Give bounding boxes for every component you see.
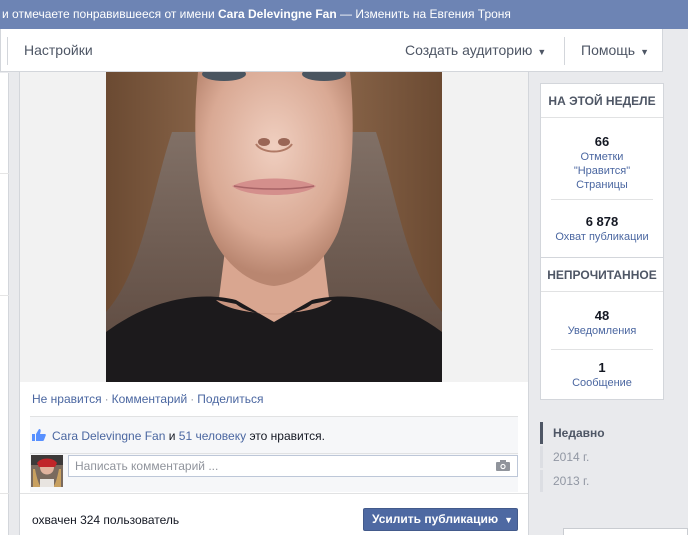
nav-create-audience[interactable]: Создать аудиторию ▼	[405, 29, 546, 71]
post-reach-stat[interactable]: 6 878 Охват публикации	[541, 214, 663, 244]
timeline-2014[interactable]: 2014 г.	[540, 446, 650, 468]
likes-others-link[interactable]: 51 человеку	[179, 429, 246, 443]
notifications-count: 48	[594, 308, 610, 323]
notifications-label: Уведомления	[567, 325, 637, 337]
stats-panel: НА ЭТОЙ НЕДЕЛЕ 66 Отметки "Нравится" Стр…	[540, 83, 664, 400]
caret-down-icon: ▼	[537, 47, 547, 57]
action-separator: ·	[104, 392, 109, 406]
nav-create-audience-label: Создать аудиторию	[405, 42, 533, 58]
boost-post-button[interactable]: Усилить публикацию ▼	[363, 508, 518, 531]
banner-prefix: и отмечаете понравившееся от имени	[2, 7, 218, 21]
left-divider	[0, 295, 9, 296]
week-header: НА ЭТОЙ НЕДЕЛЕ	[541, 84, 663, 118]
post-photo[interactable]	[106, 72, 442, 382]
stat-separator	[551, 199, 653, 200]
post-actions: Не нравится · Комментарий · Поделиться	[32, 392, 263, 406]
post-reach-label: Охват публикации	[555, 231, 649, 243]
stat-separator	[551, 349, 653, 350]
caret-down-icon: ▼	[504, 515, 513, 525]
page-admin-navbar: Настройки Создать аудиторию ▼ Помощь ▼	[0, 29, 663, 72]
timeline-2013[interactable]: 2013 г.	[540, 470, 650, 492]
messages-stat[interactable]: 1 Сообщение	[541, 360, 663, 390]
post-reach: охвачен 324 пользователь	[32, 513, 180, 527]
unlike-link[interactable]: Не нравится	[32, 392, 102, 406]
page-likes-stat[interactable]: 66 Отметки "Нравится" Страницы	[541, 134, 663, 192]
camera-icon[interactable]	[496, 460, 510, 471]
footer-divider	[20, 493, 528, 494]
page-likes-label-2: "Нравится"	[573, 165, 631, 177]
chat-box-edge	[563, 528, 688, 535]
left-divider	[0, 493, 9, 494]
share-link[interactable]: Поделиться	[197, 392, 263, 406]
page-likes-label-1: Отметки	[580, 151, 624, 163]
likes-sentence: Cara Delevingne Fan и 51 человеку это нр…	[32, 429, 325, 443]
timeline-recent[interactable]: Недавно	[540, 422, 650, 444]
nav-separator	[564, 37, 565, 65]
nav-settings[interactable]: Настройки	[24, 29, 93, 71]
page-likes-label-3: Страницы	[576, 179, 628, 191]
thumbs-up-icon	[32, 429, 46, 441]
post-reach-count: 6 878	[585, 214, 619, 229]
comment-input[interactable]: Написать комментарий ...	[68, 455, 518, 477]
nav-separator	[7, 37, 8, 65]
comment-link[interactable]: Комментарий	[112, 392, 188, 406]
messages-count: 1	[598, 360, 606, 375]
messages-label: Сообщение	[572, 377, 632, 389]
comment-placeholder: Написать комментарий ...	[75, 459, 219, 473]
likes-conj: и	[165, 429, 179, 443]
post-card: Не нравится · Комментарий · Поделиться Cara …	[19, 72, 529, 535]
page-likes-count: 66	[594, 134, 610, 149]
nav-help-label: Помощь	[581, 42, 636, 58]
avatar[interactable]	[31, 455, 63, 487]
boost-label: Усилить публикацию	[372, 512, 499, 526]
avatar-image	[31, 455, 63, 487]
banner-switch-link[interactable]: — Изменить на Евгения Троня	[337, 7, 511, 21]
unread-header: НЕПРОЧИТАННОЕ	[541, 258, 663, 292]
left-column	[0, 73, 9, 535]
caret-down-icon: ▼	[640, 47, 649, 57]
social-divider	[30, 453, 518, 454]
portrait-image	[106, 72, 442, 382]
social-box: Cara Delevingne Fan и 51 человеку это нр…	[30, 416, 518, 492]
action-separator: ·	[190, 392, 195, 406]
left-divider	[0, 173, 9, 174]
nav-help[interactable]: Помощь ▼	[581, 29, 649, 71]
banner-page-name[interactable]: Cara Delevingne Fan	[218, 7, 337, 21]
notifications-stat[interactable]: 48 Уведомления	[541, 308, 663, 338]
likes-suffix: это нравится.	[246, 429, 325, 443]
likes-page-link[interactable]: Cara Delevingne Fan	[52, 429, 165, 443]
acting-as-banner: и отмечаете понравившееся от имени Cara …	[0, 0, 688, 29]
